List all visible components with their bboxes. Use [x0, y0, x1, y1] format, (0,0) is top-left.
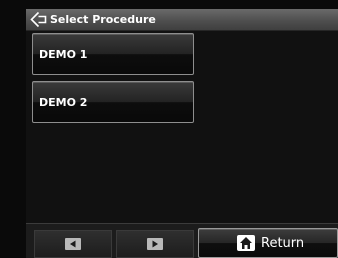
page-title: Select Procedure — [50, 13, 156, 26]
title-bar: Select Procedure — [26, 9, 338, 31]
previous-button[interactable] — [34, 230, 112, 258]
procedure-label: DEMO 2 — [39, 96, 88, 109]
procedure-screen: Select Procedure DEMO 1 DEMO 2 Return — [26, 9, 338, 258]
arrow-right-icon — [147, 238, 163, 250]
home-icon — [237, 235, 255, 251]
return-label: Return — [261, 236, 305, 251]
procedure-button-demo-2[interactable]: DEMO 2 — [32, 81, 194, 123]
next-button[interactable] — [116, 230, 194, 258]
procedure-button-demo-1[interactable]: DEMO 1 — [32, 33, 194, 75]
procedure-label: DEMO 1 — [39, 48, 88, 61]
bottom-bar: Return — [26, 223, 338, 258]
back-arrow-icon[interactable] — [30, 11, 47, 28]
return-button[interactable]: Return — [198, 228, 338, 258]
arrow-left-icon — [65, 238, 81, 250]
